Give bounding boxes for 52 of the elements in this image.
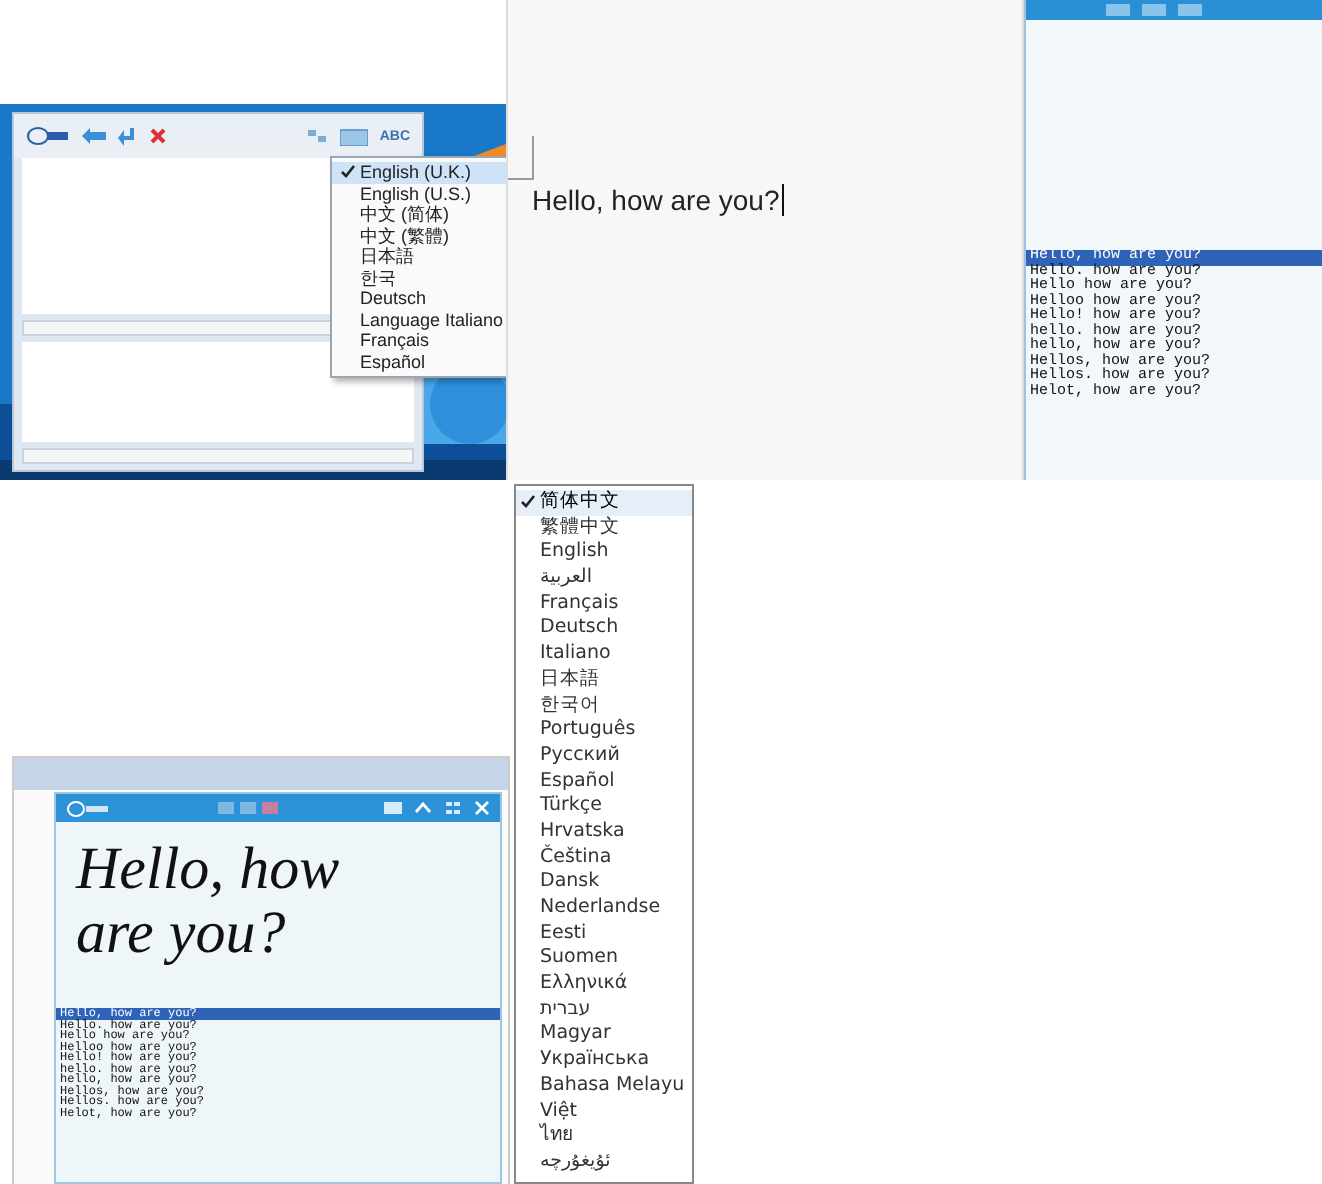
language-option[interactable]: Việt xyxy=(516,1099,692,1125)
language-option[interactable]: Hrvatska xyxy=(516,819,692,846)
language-option[interactable]: 中文 (繁體) xyxy=(332,225,506,246)
language-option[interactable]: Türkçe xyxy=(516,794,692,820)
language-option[interactable]: Eesti xyxy=(516,921,692,947)
handwriting: Hello, how are you? xyxy=(73,834,342,970)
language-option[interactable]: Čeština xyxy=(516,845,692,871)
toolbar-icons-drawing xyxy=(217,801,277,815)
language-option[interactable]: Italiano xyxy=(516,642,692,668)
language-option[interactable]: Português xyxy=(516,718,692,744)
language-option[interactable]: Deutsch xyxy=(332,288,506,309)
language-option[interactable]: Nederlandse xyxy=(516,896,692,922)
back-arrow-icon[interactable] xyxy=(82,128,106,144)
language-option[interactable]: English (U.S.) xyxy=(332,183,506,204)
language-option[interactable]: Suomen xyxy=(516,946,692,973)
language-option[interactable]: עברית xyxy=(516,997,692,1023)
language-option[interactable]: Language Italiano xyxy=(332,309,506,330)
language-option[interactable]: 繁體中文 xyxy=(516,515,692,541)
language-option[interactable]: Bahasa Melayu xyxy=(516,1073,692,1099)
keyboard-icon[interactable] xyxy=(384,800,402,816)
language-option[interactable]: ئۇيغۇرچە xyxy=(516,1149,692,1176)
document-text: Hello, how are you? xyxy=(532,184,780,216)
language-option[interactable]: English (U.K.) xyxy=(332,162,506,183)
check-icon xyxy=(520,494,536,511)
text-cursor xyxy=(781,184,784,216)
language-option[interactable]: 한국어 xyxy=(516,693,692,719)
language-option[interactable]: Dansk xyxy=(516,870,692,896)
language-option[interactable]: 日本語 xyxy=(332,246,506,267)
language-option[interactable]: 日本語 xyxy=(516,667,692,693)
language-option[interactable]: 中文 (简体) xyxy=(332,204,506,225)
language-option[interactable]: 简体中文 xyxy=(516,490,692,516)
chevron-up-icon[interactable] xyxy=(414,800,432,816)
language-option[interactable]: Русский xyxy=(516,743,692,770)
folder-icon[interactable] xyxy=(339,127,368,145)
logo-icon xyxy=(26,126,70,146)
close-icon[interactable] xyxy=(150,128,166,144)
language-option[interactable]: Deutsch xyxy=(516,616,692,643)
grid-icon[interactable] xyxy=(444,800,462,816)
enter-arrow-icon[interactable] xyxy=(118,127,138,145)
language-option[interactable]: العربية xyxy=(516,566,692,592)
language-option[interactable]: 한국 xyxy=(332,267,506,288)
language-option[interactable]: Français xyxy=(332,330,506,351)
language-option[interactable]: Magyar xyxy=(516,1022,692,1049)
language-option[interactable]: Ελληνικά xyxy=(516,972,692,998)
language-option[interactable]: Español xyxy=(332,351,506,372)
logo-icon xyxy=(66,799,110,817)
language-option[interactable]: Español xyxy=(516,769,692,795)
language-option[interactable]: English xyxy=(516,540,692,567)
check-icon xyxy=(340,164,356,181)
language-option[interactable]: Українська xyxy=(516,1048,692,1074)
language-option[interactable]: Français xyxy=(516,591,692,617)
language-option[interactable]: ไทย xyxy=(516,1124,692,1150)
